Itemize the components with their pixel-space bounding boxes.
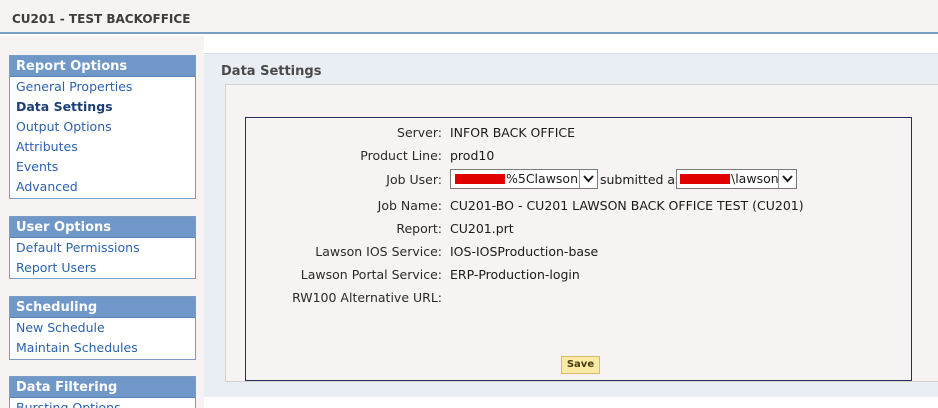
redacted-user-mark [455, 174, 505, 184]
nav-default-permissions[interactable]: Default Permissions [10, 238, 195, 258]
scheduling-header: Scheduling [10, 297, 195, 318]
lawson-portal-service-value: ERP-Production-login [450, 267, 580, 282]
nav-general-properties[interactable]: General Properties [10, 77, 195, 97]
rw100-alt-url-row: RW100 Alternative URL: [246, 288, 911, 308]
product-line-row: Product Line: prod10 [246, 146, 911, 166]
lawson-ios-service-label: Lawson IOS Service: [315, 244, 442, 259]
report-value: CU201.prt [450, 221, 514, 236]
app-title: CU201 - TEST BACKOFFICE [12, 12, 191, 26]
lawson-portal-service-label: Lawson Portal Service: [300, 267, 442, 282]
chevron-down-icon[interactable] [778, 170, 796, 188]
data-settings-form: Server: INFOR BACK OFFICE Product Line: … [245, 117, 912, 381]
job-user-label: Job User: [386, 172, 442, 187]
save-button[interactable]: Save [561, 356, 600, 374]
product-line-label: Product Line: [360, 148, 442, 163]
lawson-ios-service-row: Lawson IOS Service: IOS-IOSProduction-ba… [246, 242, 911, 262]
product-line-value: prod10 [450, 148, 495, 163]
submit-as-select-value: \lawson [731, 171, 779, 186]
scheduling-panel: Scheduling New Schedule Maintain Schedul… [9, 296, 196, 360]
job-name-row: Job Name: CU201-BO - CU201 LAWSON BACK O… [246, 196, 911, 216]
nav-report-users[interactable]: Report Users [10, 258, 195, 278]
nav-data-settings[interactable]: Data Settings [10, 97, 195, 117]
lawson-portal-service-row: Lawson Portal Service: ERP-Production-lo… [246, 265, 911, 285]
nav-attributes[interactable]: Attributes [10, 137, 195, 157]
chevron-down-icon[interactable] [579, 170, 597, 188]
user-options-header: User Options [10, 217, 195, 238]
nav-advanced[interactable]: Advanced [10, 177, 195, 197]
redacted-domain-mark [680, 174, 730, 184]
app-header: CU201 - TEST BACKOFFICE [0, 0, 938, 34]
report-options-header: Report Options [10, 56, 195, 77]
job-user-row: Job User: %5Clawson submitted as \lawson [246, 168, 911, 190]
server-value: INFOR BACK OFFICE [450, 125, 576, 140]
data-filtering-panel: Data Filtering Bursting Options [9, 376, 196, 408]
report-options-panel: Report Options General Properties Data S… [9, 55, 196, 199]
left-navigation: Report Options General Properties Data S… [0, 36, 204, 408]
job-name-label: Job Name: [377, 198, 442, 213]
nav-new-schedule[interactable]: New Schedule [10, 318, 195, 338]
server-label: Server: [397, 125, 442, 140]
job-user-select[interactable]: %5Clawson [450, 169, 598, 189]
job-name-value: CU201-BO - CU201 LAWSON BACK OFFICE TEST… [450, 198, 804, 213]
nav-maintain-schedules[interactable]: Maintain Schedules [10, 338, 195, 358]
section-title: Data Settings [221, 64, 322, 79]
submit-as-select[interactable]: \lawson [676, 169, 797, 189]
nav-bursting-options[interactable]: Bursting Options [10, 398, 195, 408]
lawson-ios-service-value: IOS-IOSProduction-base [450, 244, 599, 259]
nav-events[interactable]: Events [10, 157, 195, 177]
rw100-alt-url-label: RW100 Alternative URL: [292, 290, 442, 305]
nav-output-options[interactable]: Output Options [10, 117, 195, 137]
submitted-as-text: submitted as [600, 172, 682, 187]
content-panel: Server: INFOR BACK OFFICE Product Line: … [225, 84, 938, 382]
server-row: Server: INFOR BACK OFFICE [246, 123, 911, 143]
data-filtering-header: Data Filtering [10, 377, 195, 398]
job-user-select-value: %5Clawson [506, 171, 578, 186]
user-options-panel: User Options Default Permissions Report … [9, 216, 196, 279]
report-label: Report: [396, 221, 442, 236]
main-content: Data Settings Server: INFOR BACK OFFICE … [204, 53, 938, 397]
report-row: Report: CU201.prt [246, 219, 911, 239]
